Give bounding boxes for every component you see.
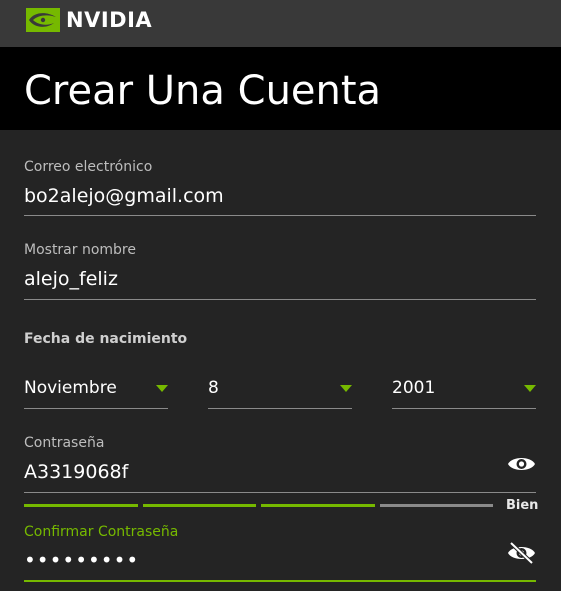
- top-bar: NVIDIA: [0, 0, 561, 47]
- nvidia-eye-icon: [26, 8, 60, 32]
- confirm-password-underline: [24, 580, 536, 582]
- page-title: Crear Una Cuenta: [24, 68, 382, 114]
- year-value: 2001: [392, 378, 436, 398]
- strength-label: Bien: [506, 498, 539, 513]
- year-underline: [392, 408, 536, 409]
- confirm-password-label: Confirmar Contraseña: [24, 524, 179, 540]
- email-field[interactable]: bo2alejo@gmail.com: [24, 185, 224, 207]
- display-name-underline: [24, 299, 536, 300]
- email-underline: [24, 215, 536, 216]
- password-label: Contraseña: [24, 435, 105, 451]
- day-value: 8: [208, 378, 219, 398]
- chevron-down-icon: [156, 385, 168, 392]
- strength-segment: [24, 504, 138, 507]
- title-bar: Crear Una Cuenta: [0, 47, 561, 130]
- eye-icon[interactable]: [507, 453, 536, 475]
- chevron-down-icon: [340, 385, 352, 392]
- strength-segment: [143, 504, 256, 507]
- password-underline: [24, 492, 536, 493]
- password-field[interactable]: A3319068f: [24, 461, 128, 483]
- display-name-field[interactable]: alejo_feliz: [24, 268, 118, 290]
- confirm-password-field[interactable]: •••••••••: [24, 548, 139, 572]
- strength-segment: [380, 504, 493, 507]
- eye-slash-icon[interactable]: [507, 541, 536, 565]
- month-value: Noviembre: [24, 378, 117, 398]
- strength-segment: [261, 504, 375, 507]
- display-name-label: Mostrar nombre: [24, 242, 136, 258]
- email-label: Correo electrónico: [24, 159, 153, 175]
- chevron-down-icon: [524, 385, 536, 392]
- nvidia-logo[interactable]: NVIDIA: [26, 8, 152, 32]
- brand-name: NVIDIA: [66, 8, 153, 32]
- day-underline: [208, 408, 352, 409]
- month-underline: [24, 408, 168, 409]
- birthdate-label: Fecha de nacimiento: [24, 331, 188, 347]
